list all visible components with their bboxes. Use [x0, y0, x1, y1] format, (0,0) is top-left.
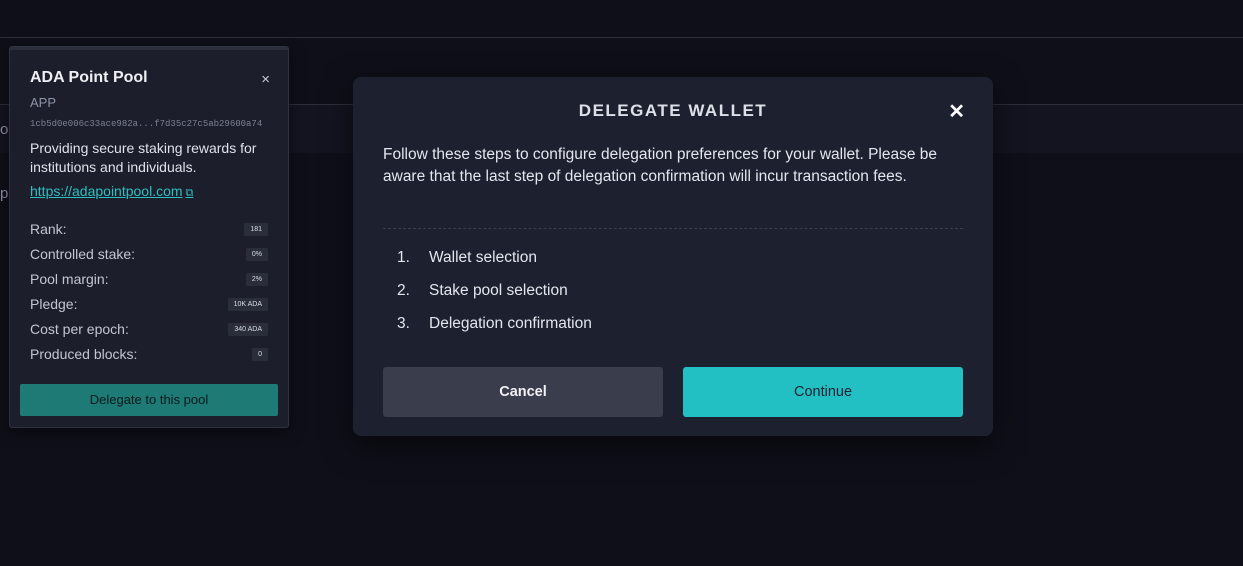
- stat-label: Pool margin:: [30, 271, 109, 287]
- external-link-icon: ⧉: [185, 187, 194, 199]
- pool-id: 1cb5d0e006c33ace982a...f7d35c27c5ab29600…: [30, 119, 263, 129]
- cancel-button[interactable]: Cancel: [383, 367, 663, 417]
- stat-pool-margin: Pool margin: 2%: [30, 271, 268, 291]
- step-label: Delegation confirmation: [429, 315, 592, 332]
- continue-button[interactable]: Continue: [683, 367, 963, 417]
- delegate-to-pool-button[interactable]: Delegate to this pool: [20, 384, 278, 416]
- pool-ticker: APP: [30, 95, 57, 110]
- stat-label: Cost per epoch:: [30, 321, 129, 337]
- stat-label: Controlled stake:: [30, 246, 136, 262]
- stat-controlled-stake: Controlled stake: 0%: [30, 246, 268, 266]
- stat-value: 0%: [245, 248, 268, 261]
- step-number: 3.: [397, 315, 410, 332]
- pool-description: Providing secure staking rewards for ins…: [30, 140, 257, 175]
- step-label: Stake pool selection: [429, 282, 568, 299]
- close-icon[interactable]: ×: [261, 71, 270, 88]
- tooltip-accent-bar: [10, 47, 288, 50]
- stat-label: Pledge:: [30, 296, 78, 312]
- background-text-fragment: p: [0, 185, 9, 202]
- stat-pledge: Pledge: 10K ADA: [30, 296, 268, 316]
- stat-value: 10K ADA: [227, 298, 268, 311]
- delegation-steps-list: 1. Wallet selection 2. Stake pool selectio…: [397, 249, 592, 348]
- close-icon[interactable]: ✕: [948, 99, 965, 124]
- header-divider: [0, 37, 1243, 38]
- dialog-divider: [383, 228, 963, 229]
- dialog-title: DELEGATE WALLET: [578, 101, 768, 120]
- pool-name: ADA Point Pool: [30, 69, 148, 86]
- stat-value: 181: [244, 223, 268, 236]
- step-number: 1.: [397, 249, 410, 266]
- stat-cost-per-epoch: Cost per epoch: 340 ADA: [30, 321, 268, 341]
- stat-value: 2%: [245, 273, 268, 286]
- stat-value: 0: [252, 348, 268, 361]
- background-text-fragment: o: [0, 121, 9, 138]
- step-item: 3. Delegation confirmation: [397, 315, 592, 348]
- step-item: 2. Stake pool selection: [397, 282, 592, 315]
- step-number: 2.: [397, 282, 410, 299]
- pool-homepage-link[interactable]: https://adapointpool.com ⧉: [30, 183, 193, 200]
- stat-rank: Rank: 181: [30, 221, 268, 241]
- dialog-intro-text: Follow these steps to configure delegati…: [383, 146, 938, 185]
- stake-pool-tooltip: ADA Point Pool × APP 1cb5d0e006c33ace982…: [9, 46, 289, 428]
- stat-label: Produced blocks:: [30, 346, 138, 362]
- stat-label: Rank:: [30, 221, 67, 237]
- stat-produced-blocks: Produced blocks: 0: [30, 346, 268, 366]
- delegate-wallet-dialog: DELEGATE WALLET ✕ Follow these steps to …: [353, 77, 993, 436]
- pool-url[interactable]: https://adapointpool.com: [30, 183, 183, 199]
- step-item: 1. Wallet selection: [397, 249, 592, 282]
- step-label: Wallet selection: [429, 249, 537, 266]
- stat-value: 340 ADA: [228, 323, 268, 336]
